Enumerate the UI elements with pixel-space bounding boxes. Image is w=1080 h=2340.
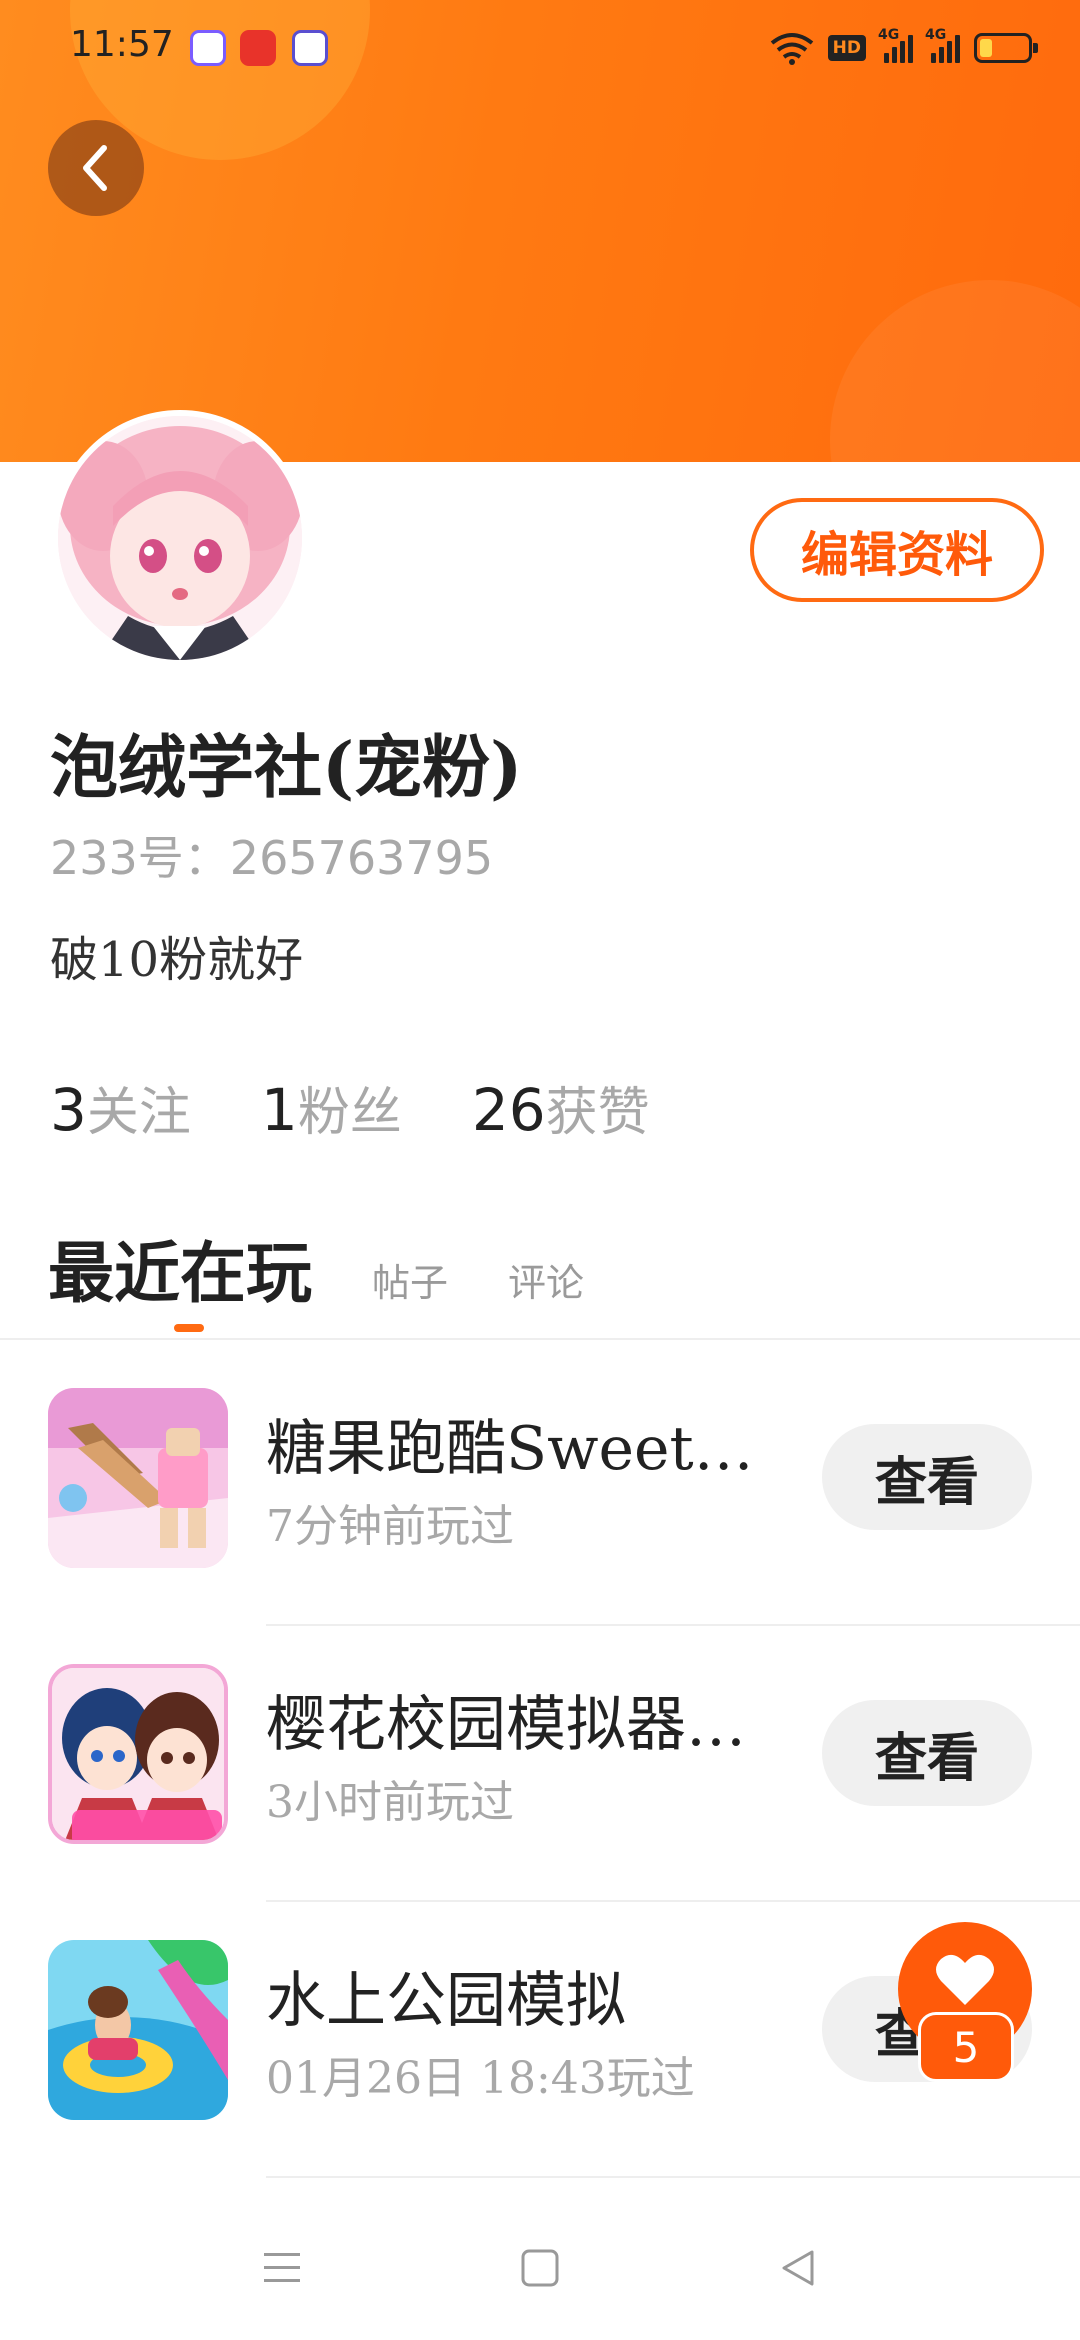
stat-label: 获赞 <box>545 1083 650 1143</box>
tab-recently-played[interactable]: 最近在玩 <box>48 1220 312 1332</box>
game-last-played: 7分钟前玩过 <box>266 1501 514 1552</box>
system-navigation-bar <box>0 2190 1080 2340</box>
app-notification-icon <box>240 30 276 66</box>
stat-label: 粉丝 <box>297 1083 402 1143</box>
tab-label: 最近在玩 <box>48 1234 312 1312</box>
nav-home-button[interactable] <box>510 2238 570 2298</box>
view-game-button[interactable]: 查看 <box>822 1700 1032 1806</box>
game-title: 水上公园模拟 <box>266 1966 626 2036</box>
battery-icon <box>974 33 1038 63</box>
stat-following[interactable]: 3 关注 <box>50 1070 191 1145</box>
header-decoration <box>830 280 1080 462</box>
nav-back-button[interactable] <box>768 2238 828 2298</box>
home-square-icon <box>521 2249 559 2287</box>
avatar-illustration <box>58 416 302 660</box>
profile-id: 233号：265763795 <box>50 831 494 885</box>
cell-signal-icon: 4G <box>925 27 960 63</box>
heart-icon <box>936 1954 994 2005</box>
tab-posts[interactable]: 帖子 <box>372 1252 448 1307</box>
view-game-button[interactable]: 查看 <box>822 1424 1032 1530</box>
stat-number: 3 <box>50 1076 87 1144</box>
profile-bio: 破10粉就好 <box>50 932 304 988</box>
profile-avatar[interactable] <box>52 410 308 666</box>
profile-name: 泡绒学社(宠粉) <box>50 728 523 808</box>
game-icon-sakura-school <box>48 1664 228 1844</box>
nav-menu-button[interactable] <box>252 2238 312 2298</box>
game-icon-candy-parkour <box>48 1388 228 1568</box>
divider <box>266 2176 1080 2178</box>
game-title: 糖果跑酷Sweet… <box>266 1414 754 1484</box>
game-icon-water-park <box>48 1940 228 2120</box>
edit-profile-button[interactable]: 编辑资料 <box>750 498 1044 602</box>
stat-likes[interactable]: 26 获赞 <box>472 1070 650 1145</box>
game-list-item[interactable]: 樱花校园模拟器… 3小时前玩过 查看 <box>0 1626 1080 1902</box>
stat-followers[interactable]: 1 粉丝 <box>261 1070 402 1145</box>
chevron-left-icon <box>83 145 107 191</box>
wifi-icon <box>770 33 813 65</box>
game-list-item[interactable]: 糖果跑酷Sweet… 7分钟前玩过 查看 <box>0 1350 1080 1626</box>
status-time: 11:57 <box>70 24 174 65</box>
divider <box>0 1338 1080 1340</box>
tab-comments[interactable]: 评论 <box>508 1252 584 1307</box>
stat-number: 26 <box>471 1076 546 1144</box>
back-button[interactable] <box>48 120 144 216</box>
active-tab-indicator <box>174 1324 204 1332</box>
cell-signal-icon: 4G <box>878 27 913 63</box>
network-type-label: 4G <box>925 27 947 43</box>
status-bar: 11:57 HD 4G 4G <box>0 0 1080 100</box>
app-notification-icon <box>292 30 328 66</box>
app-notification-icon <box>190 30 226 66</box>
network-type-label: 4G <box>878 27 900 43</box>
battery-level <box>980 39 992 57</box>
like-count-badge: 5 <box>918 2012 1014 2082</box>
hd-voice-icon: HD <box>827 35 866 61</box>
game-last-played: 3小时前玩过 <box>266 1777 514 1828</box>
stat-label: 关注 <box>86 1083 191 1143</box>
game-last-played: 01月26日 18:43玩过 <box>266 2053 695 2104</box>
stat-number: 1 <box>260 1076 298 1144</box>
game-title: 樱花校园模拟器… <box>266 1690 746 1760</box>
back-triangle-icon <box>782 2250 814 2286</box>
profile-stats: 3 关注 1 粉丝 26 获赞 <box>50 1070 650 1145</box>
profile-tabs: 最近在玩 帖子 评论 <box>48 1220 584 1332</box>
menu-icon <box>264 2253 300 2282</box>
